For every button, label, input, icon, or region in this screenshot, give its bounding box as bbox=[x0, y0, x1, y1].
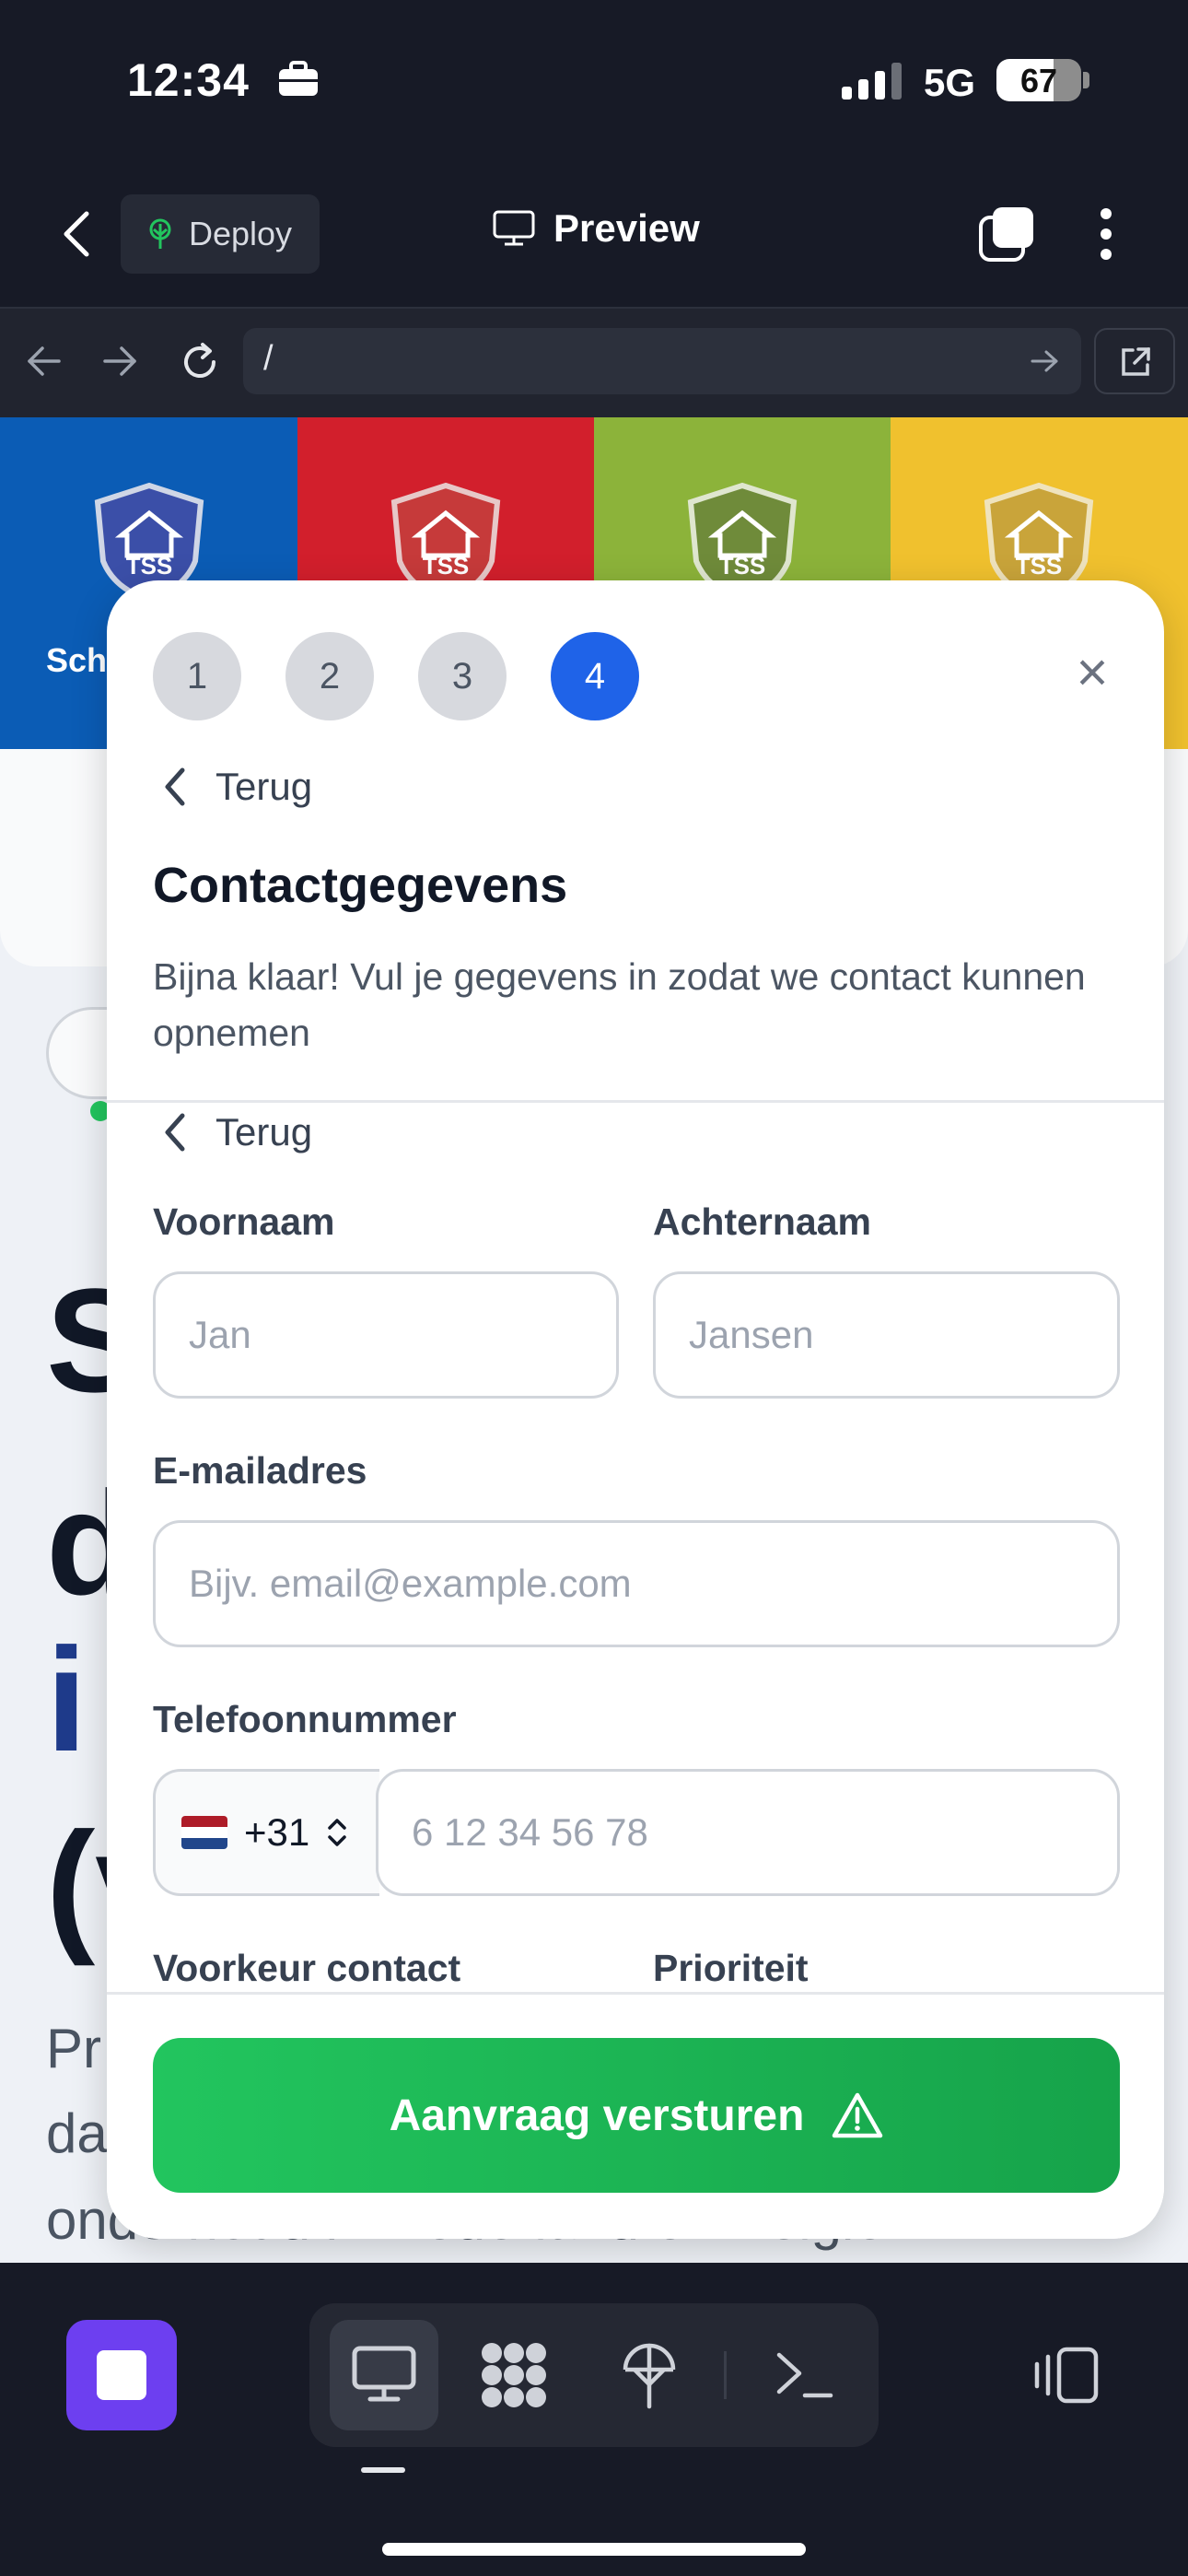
open-external-button[interactable] bbox=[1094, 328, 1175, 394]
stop-icon[interactable] bbox=[66, 2320, 177, 2430]
back-label: Terug bbox=[215, 1110, 313, 1153]
screen: 12:34 5G 67 Deploy Preview / TSS TSS TSS… bbox=[0, 0, 1188, 2576]
netherlands-flag-icon bbox=[181, 1816, 227, 1849]
shield-logo-text: TSS bbox=[423, 552, 470, 580]
back-chevron-icon[interactable] bbox=[61, 208, 92, 260]
apps-grid-icon[interactable] bbox=[479, 2340, 549, 2410]
step-1[interactable]: 1 bbox=[153, 632, 241, 720]
hero-heading-line3: i bbox=[46, 1617, 87, 1782]
battery-level: 67 bbox=[1019, 62, 1058, 100]
network-type: 5G bbox=[924, 61, 976, 104]
first-name-field[interactable]: Jan bbox=[153, 1271, 619, 1399]
warning-icon bbox=[833, 2092, 883, 2138]
phone-field[interactable]: 6 12 34 56 78 bbox=[376, 1769, 1120, 1896]
first-name-label: Voornaam bbox=[153, 1200, 335, 1243]
signal-icon bbox=[842, 63, 902, 100]
battery-tip bbox=[1083, 72, 1089, 88]
country-code-select[interactable]: +31 bbox=[153, 1769, 379, 1896]
email-field[interactable]: Bijv. email@example.com bbox=[153, 1520, 1120, 1647]
deploy-button[interactable]: Deploy bbox=[121, 194, 320, 274]
step-3[interactable]: 3 bbox=[418, 632, 507, 720]
deploy-tree-icon bbox=[149, 218, 171, 249]
phone-label: Telefoonnummer bbox=[153, 1698, 457, 1740]
desktop-icon[interactable] bbox=[352, 2346, 416, 2403]
last-name-field[interactable]: Jansen bbox=[653, 1271, 1120, 1399]
shield-logo-text: TSS bbox=[719, 552, 766, 580]
brand-label: Sch bbox=[46, 641, 108, 679]
priority-label: Prioriteit bbox=[653, 1947, 809, 1989]
country-code: +31 bbox=[244, 1810, 310, 1854]
step-2[interactable]: 2 bbox=[285, 632, 374, 720]
terminal-icon[interactable] bbox=[774, 2348, 834, 2403]
chevron-left-icon bbox=[165, 1113, 185, 1152]
battery-icon: 67 bbox=[996, 59, 1081, 101]
go-arrow-icon[interactable] bbox=[1030, 348, 1059, 374]
hero-paragraph-line1: Pr bbox=[46, 2018, 101, 2079]
device-switch-icon[interactable] bbox=[1031, 2346, 1100, 2405]
submit-label: Aanvraag versturen bbox=[389, 2090, 805, 2140]
home-indicator[interactable] bbox=[382, 2543, 806, 2556]
shield-logo-text: TSS bbox=[126, 552, 173, 580]
first-name-placeholder: Jan bbox=[189, 1313, 251, 1356]
arrow-right-icon[interactable] bbox=[101, 345, 138, 378]
contact-preference-label: Voorkeur contact bbox=[153, 1947, 461, 1989]
phone-placeholder: 6 12 34 56 78 bbox=[412, 1810, 648, 1854]
step-4[interactable]: 4 bbox=[551, 632, 639, 720]
toolbar-separator bbox=[724, 2351, 727, 2399]
email-label: E-mailadres bbox=[153, 1449, 367, 1492]
last-name-placeholder: Jansen bbox=[689, 1313, 814, 1356]
back-button[interactable]: Terug bbox=[162, 765, 312, 809]
hero-paragraph-line2: da bbox=[46, 2102, 108, 2164]
preview-label: Preview bbox=[553, 206, 700, 250]
active-tab-indicator bbox=[361, 2467, 405, 2473]
external-link-icon bbox=[1122, 347, 1150, 376]
submit-request-button[interactable]: Aanvraag versturen bbox=[153, 2038, 1120, 2193]
modal-title: Contactgegevens bbox=[153, 858, 568, 913]
status-time: 12:34 bbox=[127, 54, 250, 106]
last-name-label: Achternaam bbox=[653, 1200, 871, 1243]
close-icon[interactable]: × bbox=[1065, 645, 1120, 700]
url-path: / bbox=[263, 339, 274, 378]
briefcase-icon bbox=[279, 61, 318, 96]
deploy-label: Deploy bbox=[189, 215, 293, 252]
monitor-icon bbox=[493, 210, 535, 246]
arrow-left-icon[interactable] bbox=[26, 345, 63, 378]
quote-request-modal: 1 2 3 4 × Terug Contactgegevens Bijna kl… bbox=[107, 580, 1164, 2239]
email-placeholder: Bijv. email@example.com bbox=[189, 1562, 632, 1605]
chevron-updown-icon bbox=[328, 1819, 346, 1846]
modal-subtitle: Bijna klaar! Vul je gegevens in zodat we… bbox=[153, 955, 1086, 1054]
more-vertical-icon[interactable] bbox=[1094, 206, 1118, 262]
back-button[interactable]: Terug bbox=[162, 1110, 312, 1154]
back-label: Terug bbox=[215, 765, 313, 808]
shield-logo-text: TSS bbox=[1016, 552, 1063, 580]
header-divider bbox=[107, 1100, 1164, 1103]
url-input[interactable]: / bbox=[243, 328, 1081, 394]
tabs-icon[interactable] bbox=[978, 205, 1037, 263]
preview-tab[interactable]: Preview bbox=[493, 206, 700, 251]
reload-icon[interactable] bbox=[179, 341, 221, 383]
chevron-left-icon bbox=[165, 767, 185, 806]
deploy-icon[interactable] bbox=[621, 2340, 678, 2410]
